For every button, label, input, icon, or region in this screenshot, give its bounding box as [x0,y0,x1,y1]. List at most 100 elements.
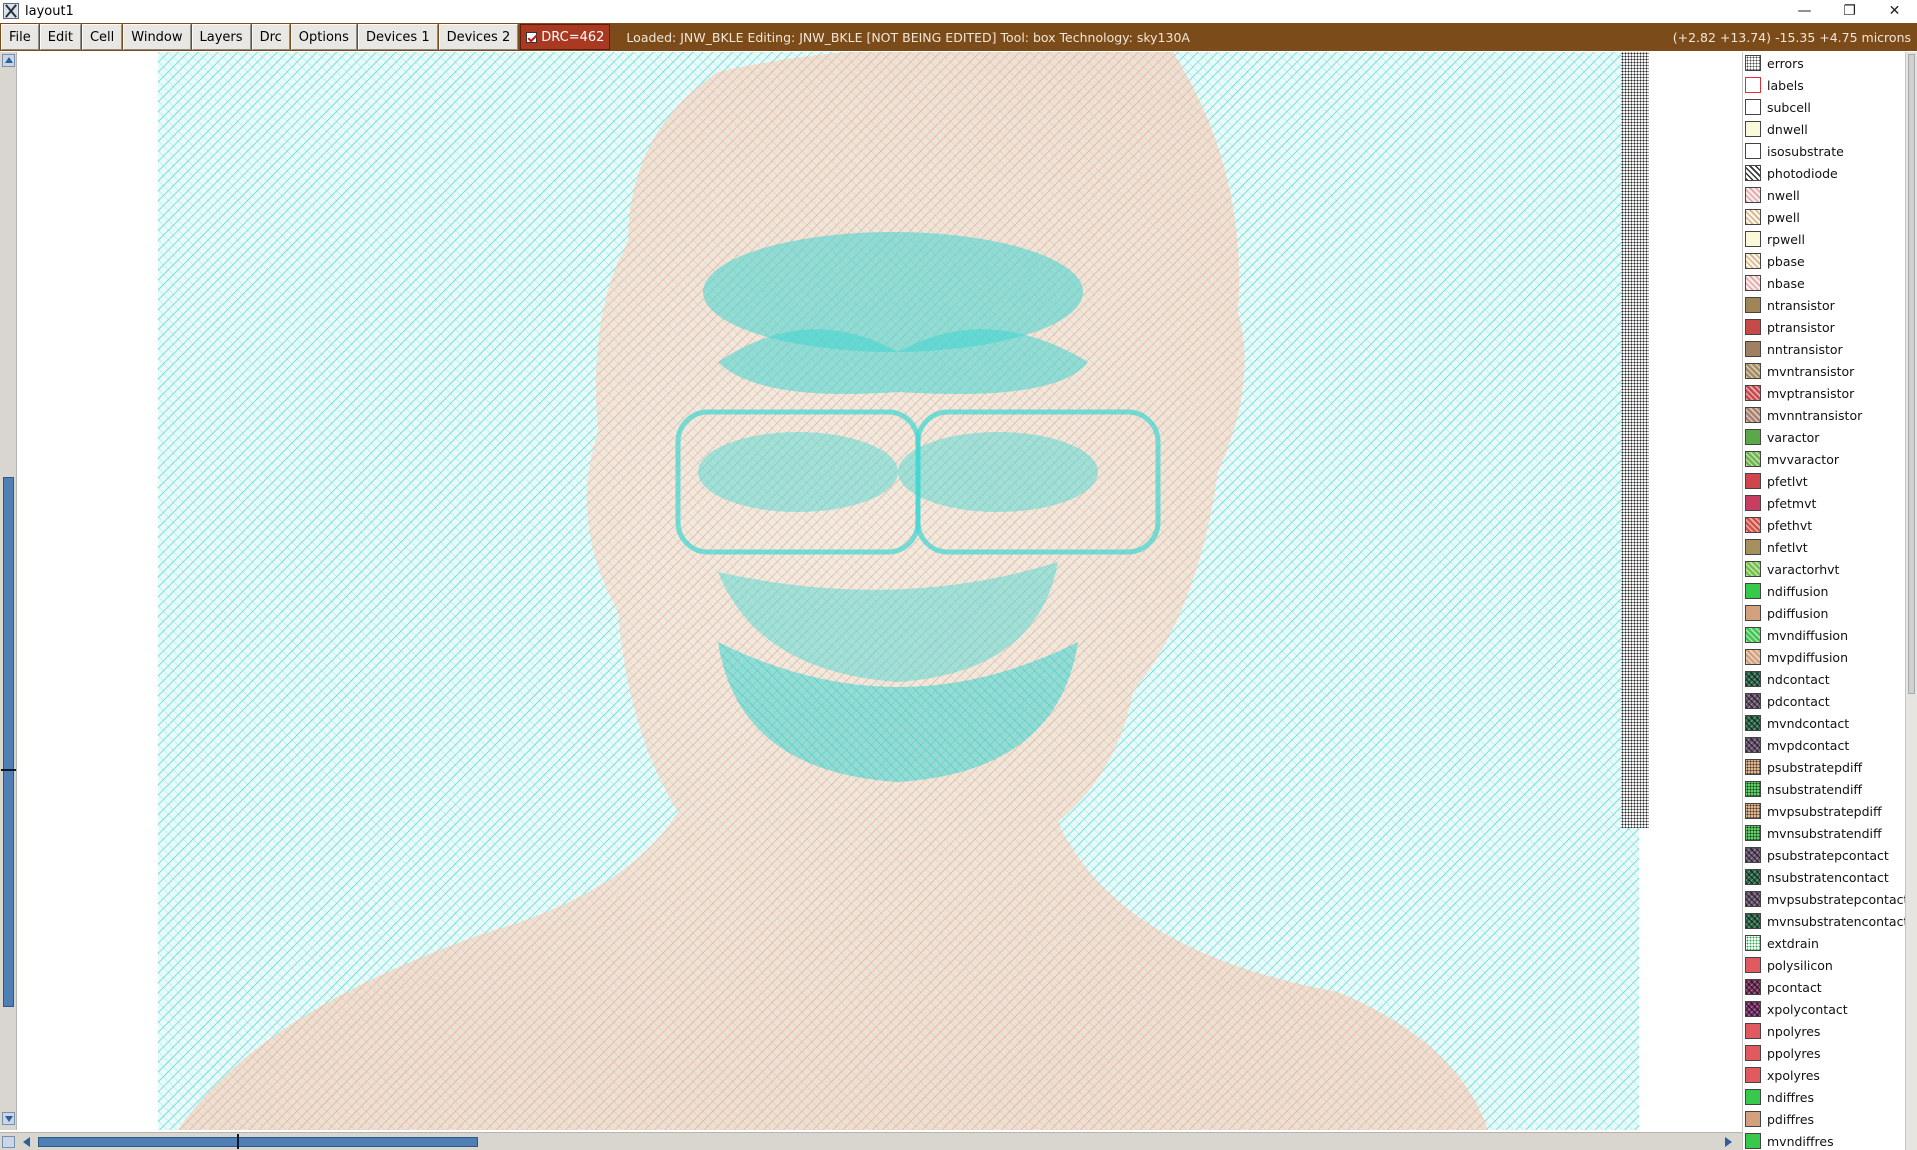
scroll-up-arrow-icon[interactable] [2,54,15,67]
layer-item-polysilicon[interactable]: polysilicon [1743,954,1905,976]
layer-item-mvnntransistor[interactable]: mvnntransistor [1743,404,1905,426]
layer-item-nwell[interactable]: nwell [1743,184,1905,206]
horizontal-scroll-thumb[interactable] [38,1137,478,1147]
layer-item-pcontact[interactable]: pcontact [1743,976,1905,998]
layer-item-nfetlvt[interactable]: nfetlvt [1743,536,1905,558]
menu-drc[interactable]: Drc [251,24,290,50]
layer-item-dnwell[interactable]: dnwell [1743,118,1905,140]
close-button[interactable]: ✕ [1872,0,1917,22]
horizontal-scrollbar[interactable] [0,1132,1742,1150]
layer-item-xpolyres[interactable]: xpolyres [1743,1064,1905,1086]
checkbox-icon[interactable] [526,31,538,43]
layer-item-xpolycontact[interactable]: xpolycontact [1743,998,1905,1020]
layer-palette-scroll-thumb[interactable] [1908,54,1915,694]
layer-item-mvndcontact[interactable]: mvndcontact [1743,712,1905,734]
scroll-down-arrow-icon[interactable] [2,1112,15,1125]
layer-item-mvndiffusion[interactable]: mvndiffusion [1743,624,1905,646]
layer-item-psubstratepdiff[interactable]: psubstratepdiff [1743,756,1905,778]
layer-item-nbase[interactable]: nbase [1743,272,1905,294]
layer-item-labels[interactable]: labels [1743,74,1905,96]
minimize-button[interactable]: — [1782,0,1827,22]
maximize-button[interactable]: ❐ [1827,0,1872,22]
scroll-right-arrow-icon[interactable] [1722,1136,1734,1148]
layer-item-mvpdiffusion[interactable]: mvpdiffusion [1743,646,1905,668]
layer-item-ptransistor[interactable]: ptransistor [1743,316,1905,338]
menu-devices-1[interactable]: Devices 1 [357,24,438,50]
layer-item-mvnsubstratendiff[interactable]: mvnsubstratendiff [1743,822,1905,844]
vertical-scroll-thumb[interactable] [3,477,14,1007]
layer-swatch-icon [1745,341,1761,357]
layer-swatch-icon [1745,363,1761,379]
layer-item-ppolyres[interactable]: ppolyres [1743,1042,1905,1064]
layer-item-pwell[interactable]: pwell [1743,206,1905,228]
layer-item-extdrain[interactable]: extdrain [1743,932,1905,954]
layer-item-mvpdcontact[interactable]: mvpdcontact [1743,734,1905,756]
layer-item-pdiffusion[interactable]: pdiffusion [1743,602,1905,624]
layer-swatch-icon [1745,121,1761,137]
layer-item-mvpsubstratepcontact[interactable]: mvpsubstratepcontact [1743,888,1905,910]
menu-devices-2[interactable]: Devices 2 [438,24,519,50]
menu-layers[interactable]: Layers [191,24,251,50]
layer-name-label: mvnsubstratendiff [1767,825,1882,841]
layer-item-ndiffres[interactable]: ndiffres [1743,1086,1905,1108]
layer-item-ntransistor[interactable]: ntransistor [1743,294,1905,316]
layer-name-label: polysilicon [1767,957,1833,973]
layer-item-ndcontact[interactable]: ndcontact [1743,668,1905,690]
layer-item-ndiffusion[interactable]: ndiffusion [1743,580,1905,602]
layer-name-label: mvpsubstratepdiff [1767,803,1882,819]
scroll-corner-icon[interactable] [2,1136,15,1148]
menu-file[interactable]: File [1,24,39,50]
vertical-scrollbar[interactable] [0,52,17,1130]
layer-item-nsubstratendiff[interactable]: nsubstratendiff [1743,778,1905,800]
layer-swatch-icon [1745,55,1761,71]
drc-toggle-button[interactable]: DRC=462 [520,24,611,50]
layer-item-pdiffres[interactable]: pdiffres [1743,1108,1905,1130]
layer-item-mvntransistor[interactable]: mvntransistor [1743,360,1905,382]
layer-item-pbase[interactable]: pbase [1743,250,1905,272]
layer-item-varactor[interactable]: varactor [1743,426,1905,448]
layer-item-pfetlvt[interactable]: pfetlvt [1743,470,1905,492]
layer-item-npolyres[interactable]: npolyres [1743,1020,1905,1042]
layer-swatch-icon [1745,165,1761,181]
menu-cell[interactable]: Cell [81,24,123,50]
layer-item-isosubstrate[interactable]: isosubstrate [1743,140,1905,162]
layer-swatch-icon [1745,627,1761,643]
layer-item-pfethvt[interactable]: pfethvt [1743,514,1905,536]
layer-item-mvnsubstratencontact[interactable]: mvnsubstratencontact [1743,910,1905,932]
layer-item-subcell[interactable]: subcell [1743,96,1905,118]
layer-name-label: pfethvt [1767,517,1813,533]
layer-swatch-icon [1745,297,1761,313]
layer-item-photodiode[interactable]: photodiode [1743,162,1905,184]
layer-item-mvvaractor[interactable]: mvvaractor [1743,448,1905,470]
layer-swatch-icon [1745,693,1761,709]
layer-swatch-icon [1745,253,1761,269]
layer-name-label: nfetlvt [1767,539,1808,555]
layer-item-mvptransistor[interactable]: mvptransistor [1743,382,1905,404]
layer-swatch-icon [1745,407,1761,423]
layer-swatch-icon [1745,1111,1761,1127]
menu-window[interactable]: Window [123,24,191,50]
layer-swatch-icon [1745,803,1761,819]
layer-item-errors[interactable]: errors [1743,52,1905,74]
layer-name-label: ndcontact [1767,671,1830,687]
layer-item-pdcontact[interactable]: pdcontact [1743,690,1905,712]
layer-item-psubstratepcontact[interactable]: psubstratepcontact [1743,844,1905,866]
layer-swatch-icon [1745,539,1761,555]
layer-palette-scrollbar[interactable] [1905,52,1917,1150]
layer-swatch-icon [1745,1067,1761,1083]
layer-item-nntransistor[interactable]: nntransistor [1743,338,1905,360]
layer-name-label: nbase [1767,275,1805,291]
layer-swatch-icon [1745,737,1761,753]
layout-canvas[interactable] [18,52,1742,1130]
layer-item-nsubstratencontact[interactable]: nsubstratencontact [1743,866,1905,888]
layer-item-mvpsubstratepdiff[interactable]: mvpsubstratepdiff [1743,800,1905,822]
layer-swatch-icon [1745,649,1761,665]
layer-item-rpwell[interactable]: rpwell [1743,228,1905,250]
layer-item-varactorhvt[interactable]: varactorhvt [1743,558,1905,580]
menu-edit[interactable]: Edit [39,24,81,50]
layer-item-mvndiffres[interactable]: mvndiffres [1743,1130,1905,1150]
layer-item-pfetmvt[interactable]: pfetmvt [1743,492,1905,514]
menu-options[interactable]: Options [290,24,357,50]
scroll-left-arrow-icon[interactable] [22,1136,34,1148]
layer-name-label: photodiode [1767,165,1838,181]
